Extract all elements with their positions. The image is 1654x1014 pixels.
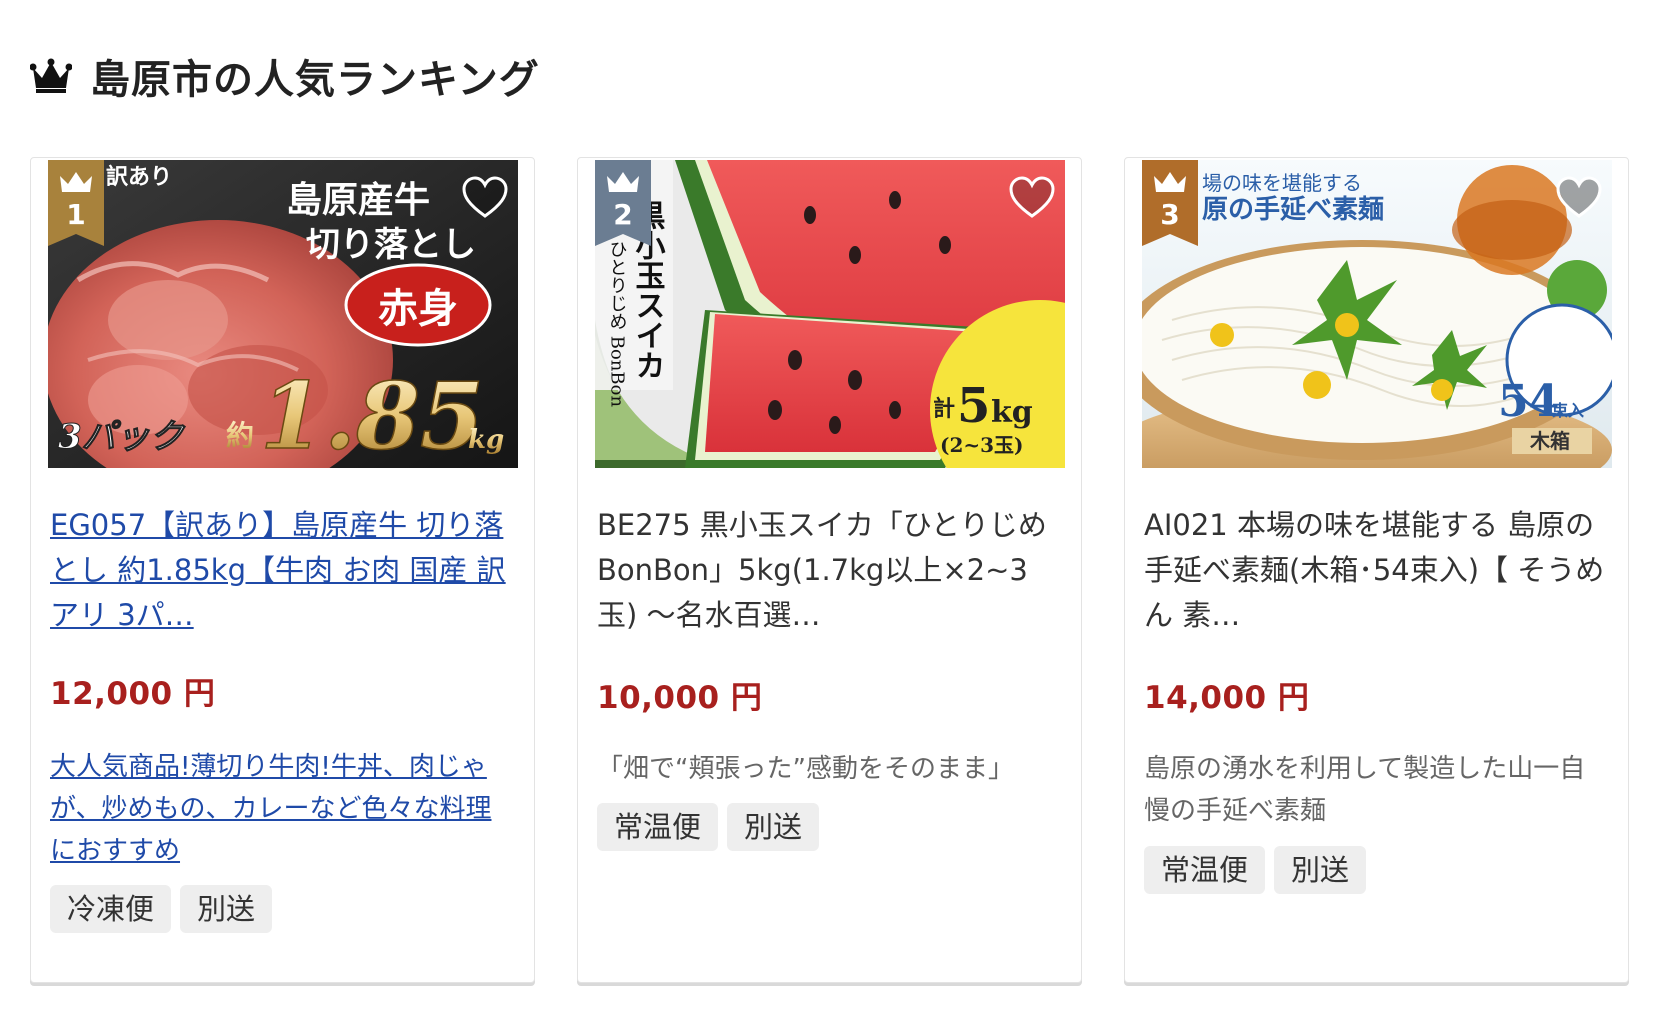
product-description-link[interactable]: 大人気商品!薄切り牛肉!牛丼、肉じゃが、炒めもの、カレーなど色々な料理におすすめ <box>50 746 516 872</box>
tag-separate-delivery: 別送 <box>1274 846 1367 894</box>
svg-text:原の手延べ素麺: 原の手延べ素麺 <box>1202 195 1384 225</box>
rank-number: 2 <box>613 198 633 231</box>
svg-text:(2~3玉): (2~3玉) <box>940 433 1024 457</box>
product-image[interactable]: 黒小玉スイカ ひとりじめ BonBon 計 5 kg (2~3玉) <box>595 160 1065 468</box>
ranking-card-3[interactable]: 54 束入 木箱 場の味を堪能する 原の手延べ素麺 3 AI021 本場の味を堪… <box>1124 157 1629 983</box>
svg-text:約: 約 <box>226 419 254 452</box>
rank-number: 3 <box>1160 198 1180 231</box>
product-price: 10,000 円 <box>597 680 763 716</box>
ranking-card-2[interactable]: 黒小玉スイカ ひとりじめ BonBon 計 5 kg (2~3玉) 2 BE27… <box>577 157 1082 983</box>
rank-badge: 2 <box>595 160 651 246</box>
shipping-tags: 常温便 別送 <box>1144 846 1367 894</box>
tag-separate-delivery: 別送 <box>727 803 820 851</box>
svg-text:kg: kg <box>468 425 504 455</box>
favorite-heart-icon[interactable] <box>1556 176 1602 220</box>
svg-text:切り落とし: 切り落とし <box>306 225 476 265</box>
tag-shipping-method: 冷凍便 <box>50 885 172 933</box>
tag-shipping-method: 常温便 <box>1144 846 1266 894</box>
image-badge-text: 赤身 <box>378 286 458 332</box>
product-image[interactable]: 54 束入 木箱 場の味を堪能する 原の手延べ素麺 <box>1142 160 1612 468</box>
product-price: 12,000 円 <box>50 676 216 712</box>
svg-text:島原産牛: 島原産牛 <box>286 179 430 221</box>
section-heading: 島原市の人気ランキング <box>29 46 540 106</box>
ranking-card-1[interactable]: 赤身 島原産牛 切り落とし 訳あり 3パック 約 1.85 kg 1 EG057… <box>30 157 535 983</box>
rank-number: 1 <box>66 198 86 231</box>
svg-text:3パック: 3パック <box>58 417 186 457</box>
product-title[interactable]: BE275 黒小玉スイカ「ひとりじめBonBon」5kg(1.7kg以上×2~3… <box>597 503 1063 638</box>
svg-text:訳あり: 訳あり <box>106 164 172 190</box>
product-title-link[interactable]: EG057【訳あり】島原産牛 切り落とし 約1.85kg【牛肉 お肉 国産 訳ア… <box>50 503 516 638</box>
favorite-heart-icon[interactable] <box>462 176 508 220</box>
product-description: 島原の湧水を利用して製造した山一自慢の手延べ素麺 <box>1144 754 1586 826</box>
svg-text:束入: 束入 <box>1552 401 1584 420</box>
shipping-tags: 冷凍便 別送 <box>50 885 273 933</box>
tag-separate-delivery: 別送 <box>180 885 273 933</box>
svg-text:木箱: 木箱 <box>1529 429 1570 453</box>
product-image[interactable]: 赤身 島原産牛 切り落とし 訳あり 3パック 約 1.85 kg <box>48 160 518 468</box>
svg-text:場の味を堪能する: 場の味を堪能する <box>1202 171 1362 195</box>
rank-badge: 1 <box>48 160 104 246</box>
favorite-heart-icon[interactable] <box>1009 176 1055 220</box>
svg-text:5: 5 <box>957 378 990 434</box>
product-title[interactable]: AI021 本場の味を堪能する 島原の手延べ素麺(木箱･54束入)【 そうめん … <box>1144 503 1610 638</box>
product-description: 「畑で“頬張った”感動をそのまま」 <box>597 754 1014 784</box>
rank-badge: 3 <box>1142 160 1198 246</box>
tag-shipping-method: 常温便 <box>597 803 719 851</box>
svg-text:kg: kg <box>991 395 1033 430</box>
svg-text:1.85: 1.85 <box>260 362 484 468</box>
svg-text:54: 54 <box>1498 376 1559 427</box>
section-title: 島原市の人気ランキング <box>90 57 540 103</box>
svg-text:計: 計 <box>933 396 955 422</box>
shipping-tags: 常温便 別送 <box>597 803 820 851</box>
product-price: 14,000 円 <box>1144 680 1310 716</box>
crown-icon <box>29 58 73 94</box>
svg-text:ひとりじめ BonBon: ひとりじめ BonBon <box>607 240 628 407</box>
